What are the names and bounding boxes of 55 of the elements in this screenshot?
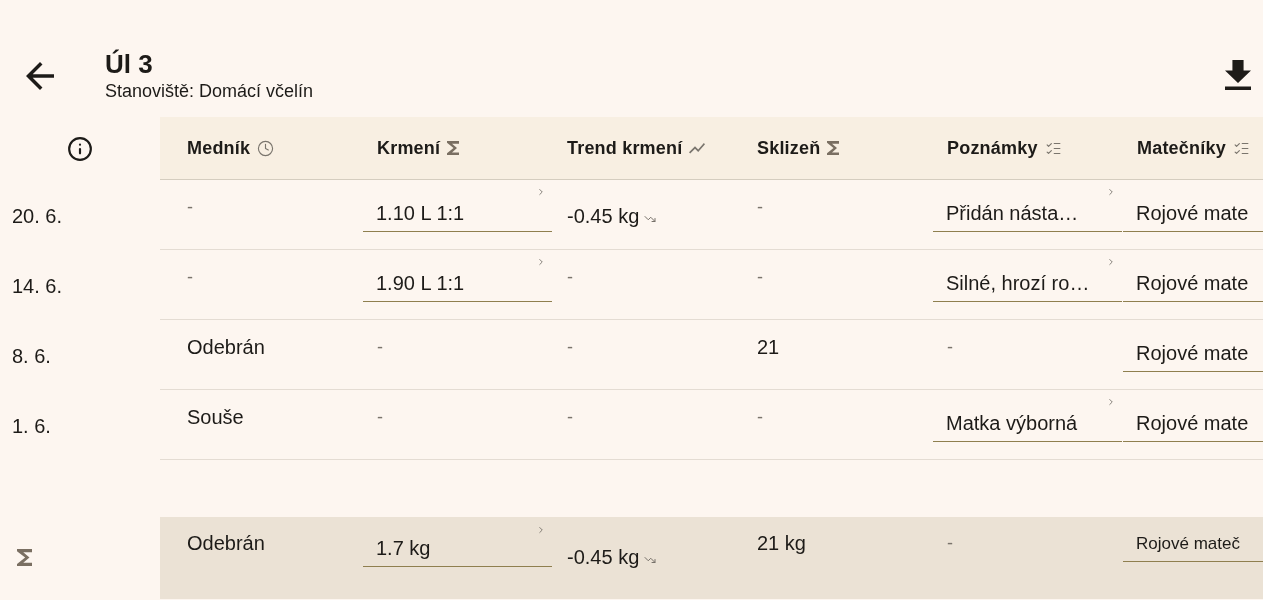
empty-cell-dash: - [757,267,763,287]
empty-cell-dash: - [187,267,193,287]
dropdown-field[interactable]: Rojové mate [1123,394,1263,442]
table-cell: 21 kg [757,532,806,554]
trend-value: -0.45 kg [567,204,640,229]
dropdown-field[interactable]: Silné, hrozí ro… [933,254,1122,302]
column-header: Krmení [377,137,441,160]
line-chart-icon [689,142,706,154]
page-title: Úl 3 [105,48,154,80]
column-header: Trend krmení [567,137,683,160]
trending-down-icon [643,213,658,225]
page-subtitle: Stanoviště: Domácí včelín [105,80,314,102]
row-date: 14. 6. [12,275,63,297]
empty-cell-dash: - [187,197,193,217]
trend-value: -0.45 kg [567,545,640,570]
row-date: 8. 6. [12,345,51,367]
dropdown-field[interactable]: Rojové mate [1123,324,1263,372]
empty-cell-dash: - [757,407,763,427]
column-header: Poznámky [947,137,1038,160]
empty-cell-dash: - [757,197,763,217]
trending-down-icon [643,554,658,566]
table-cell: Odebrán [187,336,265,358]
empty-cell-dash: - [947,337,953,357]
info-icon [67,135,93,162]
dropdown-field[interactable]: Rojové mate [1123,184,1263,232]
row-date: 1. 6. [12,415,51,437]
table-cell: Souše [187,406,244,428]
empty-cell-dash: - [947,533,953,553]
empty-cell-dash: - [567,407,573,427]
dropdown-field[interactable]: Rojové mate [1123,254,1263,302]
empty-cell-dash: - [567,337,573,357]
empty-cell-dash: - [567,267,573,287]
download-button[interactable] [1223,58,1253,92]
table-cell: Odebrán [187,532,265,554]
empty-cell-dash: - [377,337,383,357]
sigma-icon [447,141,460,155]
dropdown-field[interactable]: 1.90 L 1:1 [363,254,552,302]
back-button[interactable] [24,60,56,92]
back-arrow-icon [26,62,54,90]
download-icon [1225,60,1251,90]
sigma-icon [17,549,32,566]
dropdown-field[interactable]: Přidán násta… [933,184,1122,232]
column-header: Medník [187,137,251,160]
column-header: Sklizeň [757,137,821,160]
empty-cell-dash: - [377,407,383,427]
info-button[interactable] [67,135,93,162]
dropdown-field[interactable]: 1.10 L 1:1 [363,184,552,232]
dropdown-field[interactable]: Rojové mateč [1123,518,1263,562]
column-header: Matečníky [1137,137,1226,160]
sigma-icon [827,141,840,155]
row-date: 20. 6. [12,205,63,227]
dropdown-field[interactable]: 1.7 kg [363,519,552,567]
clock-icon [257,139,275,157]
dropdown-field[interactable]: Matka výborná [933,394,1122,442]
table-cell: 21 [757,336,780,358]
